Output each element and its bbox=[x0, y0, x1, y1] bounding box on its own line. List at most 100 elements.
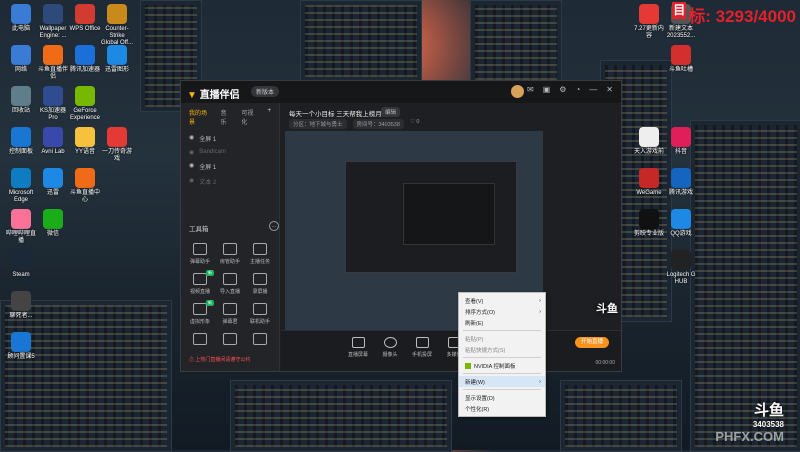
context-menu-item[interactable]: 刷新(E) bbox=[459, 317, 545, 328]
settings-icon[interactable]: ⚙ bbox=[559, 85, 566, 94]
desktop-icon[interactable]: Wallpaper Engine: ... bbox=[36, 4, 70, 40]
category-chip[interactable]: 分区：地下城与勇士 bbox=[289, 119, 347, 129]
desktop-icon[interactable]: 天入游戏前 bbox=[632, 127, 666, 156]
context-menu-item[interactable]: 新建(W) › bbox=[459, 376, 545, 387]
app-icon bbox=[11, 250, 31, 270]
tool-button[interactable]: 主播任务 bbox=[245, 243, 275, 265]
phone-cast-button[interactable]: 手机投屏 bbox=[405, 337, 439, 358]
app-icon bbox=[639, 168, 659, 188]
tab-my-scenes[interactable]: 我的场景 bbox=[189, 108, 211, 126]
desktop-icon-label: 抖音 bbox=[674, 149, 687, 155]
desktop-icon[interactable]: Avni Lab bbox=[36, 127, 70, 156]
context-menu-item[interactable]: 显示设置(D) bbox=[459, 392, 545, 403]
app-icon bbox=[671, 45, 691, 65]
desktop-icon[interactable]: 腾讯加速器 bbox=[68, 45, 102, 74]
room-chip: 房间号：3403538 bbox=[352, 119, 404, 129]
bell-icon[interactable]: ◔ bbox=[575, 85, 580, 94]
camera-button[interactable]: 摄像头 bbox=[373, 337, 407, 358]
desktop-icon[interactable]: 斗鱼直播中心 bbox=[68, 168, 102, 204]
tool-button[interactable]: 导入直播 bbox=[215, 273, 245, 295]
tool-button[interactable]: 录屏播 bbox=[245, 273, 275, 295]
desktop-icon[interactable]: 一刀传奇游戏 bbox=[100, 127, 134, 163]
tool-button[interactable]: 联机助手 bbox=[245, 303, 275, 325]
tool-button[interactable]: 弹幕君 bbox=[215, 303, 245, 325]
tab-visual[interactable]: 可视化 bbox=[241, 108, 257, 126]
tool-button[interactable]: 新视频直播 bbox=[185, 270, 215, 295]
minimize-icon[interactable]: — bbox=[589, 85, 597, 94]
tool-icon bbox=[253, 333, 267, 345]
desktop-icon[interactable]: 聊死者... bbox=[4, 291, 38, 320]
app-icon bbox=[43, 127, 63, 147]
desktop-icon[interactable]: 此电脑 bbox=[4, 4, 38, 33]
edit-title-button[interactable]: 编辑 bbox=[381, 107, 401, 117]
tool-button[interactable] bbox=[185, 333, 215, 348]
desktop-icon[interactable]: 迅雷 bbox=[36, 168, 70, 197]
desktop-icon[interactable]: Microsoft Edge bbox=[4, 168, 38, 204]
desktop-icon[interactable]: Counter-Strike Global Off... bbox=[100, 4, 134, 47]
desktop-icon[interactable]: 腾讯游戏 bbox=[664, 168, 698, 197]
screen-capture-button[interactable]: 直播屏幕 bbox=[341, 337, 375, 358]
desktop-icon[interactable]: KS加速器 Pro bbox=[36, 86, 70, 122]
desktop-icon[interactable]: 迅雷图形 bbox=[100, 45, 134, 74]
desktop-icon[interactable]: 回收站 bbox=[4, 86, 38, 115]
flag-icon: 目 bbox=[672, 2, 687, 19]
go-live-button[interactable]: 开始直播 bbox=[575, 337, 609, 348]
context-menu-item[interactable]: 个性化(R) bbox=[459, 403, 545, 414]
scene-item[interactable]: ◉ 全屏 1 bbox=[181, 131, 279, 146]
desktop-icon[interactable]: 控制面板 bbox=[4, 127, 38, 156]
desktop-icon-label: Counter-Strike Global Off... bbox=[101, 26, 133, 46]
context-menu-item[interactable]: 排序方式(O) › bbox=[459, 306, 545, 317]
desktop-icon[interactable]: YY语音 bbox=[68, 127, 102, 156]
tab-music[interactable]: 音乐 bbox=[221, 108, 232, 126]
desktop-icon[interactable]: Steam bbox=[4, 250, 38, 279]
tool-button[interactable]: 新虚拟形象 bbox=[185, 300, 215, 325]
tool-button[interactable] bbox=[215, 333, 245, 348]
scene-item[interactable]: ◉ Bandicam bbox=[181, 146, 279, 159]
context-menu-item[interactable]: NVIDIA 控制面板 bbox=[459, 360, 545, 371]
desktop-icon-label: 天入游戏前 bbox=[633, 149, 664, 155]
desktop-icon[interactable]: 斗鱼直播伴侣 bbox=[36, 45, 70, 81]
message-icon[interactable]: ✉ bbox=[527, 85, 534, 94]
app-icon bbox=[639, 4, 659, 24]
desktop-icon[interactable]: 剪映专业版 bbox=[632, 209, 666, 238]
version-pill[interactable]: 新版本 bbox=[251, 86, 280, 97]
desktop-icon-label: Steam bbox=[12, 272, 30, 278]
add-scene-button[interactable]: + bbox=[267, 108, 271, 126]
app-icon bbox=[11, 332, 31, 352]
menu-item-label: 粘贴快捷方式(S) bbox=[465, 347, 506, 354]
building-bg bbox=[230, 380, 452, 452]
more-icon[interactable]: … bbox=[269, 221, 279, 231]
desktop-icon[interactable]: GeForce Experience bbox=[68, 86, 102, 122]
tool-button[interactable]: 弹幕助手 bbox=[185, 243, 215, 265]
desktop-icon[interactable]: 7.27更新内容 bbox=[632, 4, 666, 40]
desktop-icon[interactable]: 抖音 bbox=[664, 127, 698, 156]
desktop-icon[interactable]: 微信 bbox=[36, 209, 70, 238]
app-icon bbox=[11, 86, 31, 106]
context-menu-item[interactable]: 查看(V) › bbox=[459, 295, 545, 306]
nvidia-icon bbox=[465, 362, 471, 369]
desktop-icon[interactable]: 网络 bbox=[4, 45, 38, 74]
gift-icon[interactable]: ▣ bbox=[543, 85, 551, 94]
menu-separator bbox=[463, 330, 541, 331]
scene-item[interactable]: ◉ 文本 2 bbox=[181, 174, 279, 189]
app-icon bbox=[75, 168, 95, 188]
tool-button[interactable]: 房管助手 bbox=[215, 243, 245, 265]
desktop-icon[interactable]: WPS Office bbox=[68, 4, 102, 33]
scene-item[interactable]: ◉ 全屏 1 bbox=[181, 159, 279, 174]
eye-icon: ◉ bbox=[189, 163, 195, 169]
app-logo: ▼ 直播伴侣 bbox=[187, 90, 240, 101]
desktop-icon-label: 网络 bbox=[14, 67, 27, 73]
desktop-icon[interactable]: WeGame bbox=[632, 168, 666, 197]
app-icon bbox=[11, 168, 31, 188]
watermark-url: PHFX.COM bbox=[715, 429, 784, 444]
eye-icon: ◉ bbox=[189, 178, 195, 184]
avatar[interactable] bbox=[511, 85, 524, 98]
tool-button[interactable] bbox=[245, 333, 275, 348]
chevron-right-icon: › bbox=[539, 297, 541, 304]
desktop-icon[interactable]: 斗鱼吐槽 bbox=[664, 45, 698, 74]
desktop-icon[interactable]: 哔哩哔哩直播 bbox=[4, 209, 38, 245]
desktop-icon[interactable]: QQ游戏 bbox=[664, 209, 698, 238]
desktop-icon[interactable]: 顾问置课5 bbox=[4, 332, 38, 361]
close-icon[interactable]: ✕ bbox=[606, 85, 613, 94]
desktop-icon[interactable]: Logitech G HUB bbox=[664, 250, 698, 286]
